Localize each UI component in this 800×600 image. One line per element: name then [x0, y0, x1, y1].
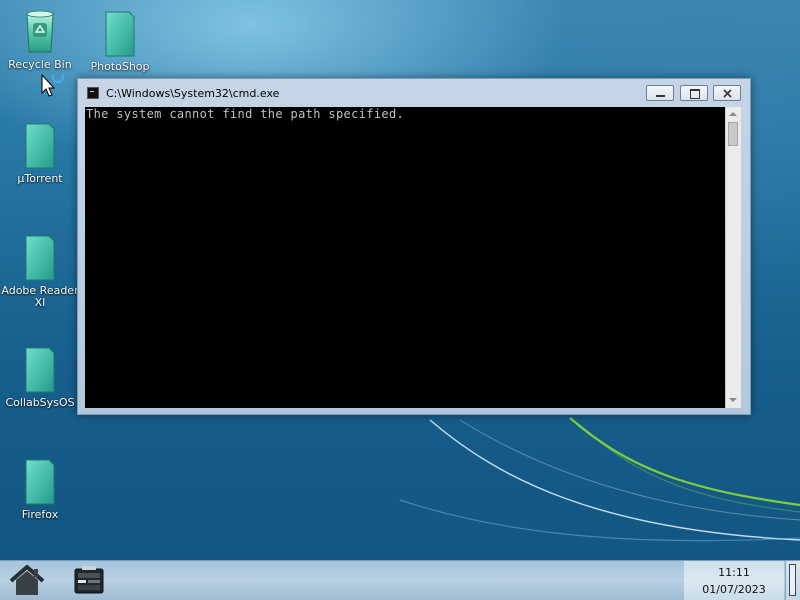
scrollbar-thumb[interactable] — [728, 122, 738, 146]
document-icon — [25, 459, 55, 505]
console-line: The system cannot find the path specifie… — [86, 107, 405, 121]
scroll-up-icon[interactable] — [729, 112, 737, 116]
desktop-icon-label: Firefox — [21, 508, 59, 521]
desktop-icon-adobe-reader[interactable]: Adobe Reader XI — [0, 234, 80, 309]
close-button[interactable] — [713, 85, 741, 101]
desktop-icon-label: PhotoShop — [90, 60, 150, 73]
document-icon — [25, 347, 55, 393]
close-icon — [723, 89, 732, 98]
desktop-icon-photoshop[interactable]: PhotoShop — [80, 10, 160, 73]
desktop-icon-utorrent[interactable]: µTorrent — [0, 122, 80, 185]
start-button[interactable] — [7, 563, 47, 597]
desktop-icon-label: Adobe Reader XI — [1, 284, 79, 309]
desktop[interactable]: Recycle Bin PhotoShop µTorrent Adobe Rea… — [0, 0, 800, 560]
taskbar[interactable]: 11:11 01/07/2023 — [0, 560, 800, 600]
clock-date: 01/07/2023 — [702, 583, 766, 596]
desktop-icon-label: CollabSysOS — [5, 396, 75, 409]
vertical-scrollbar[interactable] — [726, 107, 741, 408]
document-icon — [105, 11, 135, 57]
document-icon — [25, 235, 55, 281]
terminal-icon — [74, 566, 104, 594]
desktop-icon-label: µTorrent — [17, 172, 63, 185]
home-icon — [9, 565, 45, 595]
desktop-icon-firefox[interactable]: Firefox — [0, 458, 80, 521]
scroll-down-icon[interactable] — [729, 398, 737, 402]
window-titlebar[interactable]: C:\Windows\System32\cmd.exe — [78, 79, 750, 106]
minimize-button[interactable] — [646, 85, 674, 101]
show-desktop-button[interactable] — [785, 561, 800, 600]
console-output[interactable]: The system cannot find the path specifie… — [85, 107, 725, 408]
desktop-icon-label: Recycle Bin — [8, 58, 72, 71]
window-title: C:\Windows\System32\cmd.exe — [106, 87, 280, 100]
desktop-icon-recycle-bin[interactable]: Recycle Bin — [0, 8, 80, 71]
system-tray[interactable]: 11:11 01/07/2023 — [684, 561, 784, 600]
taskbar-app-cmd[interactable] — [72, 564, 106, 598]
clock-time: 11:11 — [718, 566, 750, 579]
document-icon — [25, 123, 55, 169]
recycle-bin-icon — [26, 10, 54, 53]
cmd-window[interactable]: C:\Windows\System32\cmd.exe The system c… — [77, 78, 751, 415]
desktop-icon-collabsysos[interactable]: CollabSysOS — [0, 346, 80, 409]
maximize-button[interactable] — [680, 85, 708, 101]
terminal-icon — [87, 87, 99, 99]
